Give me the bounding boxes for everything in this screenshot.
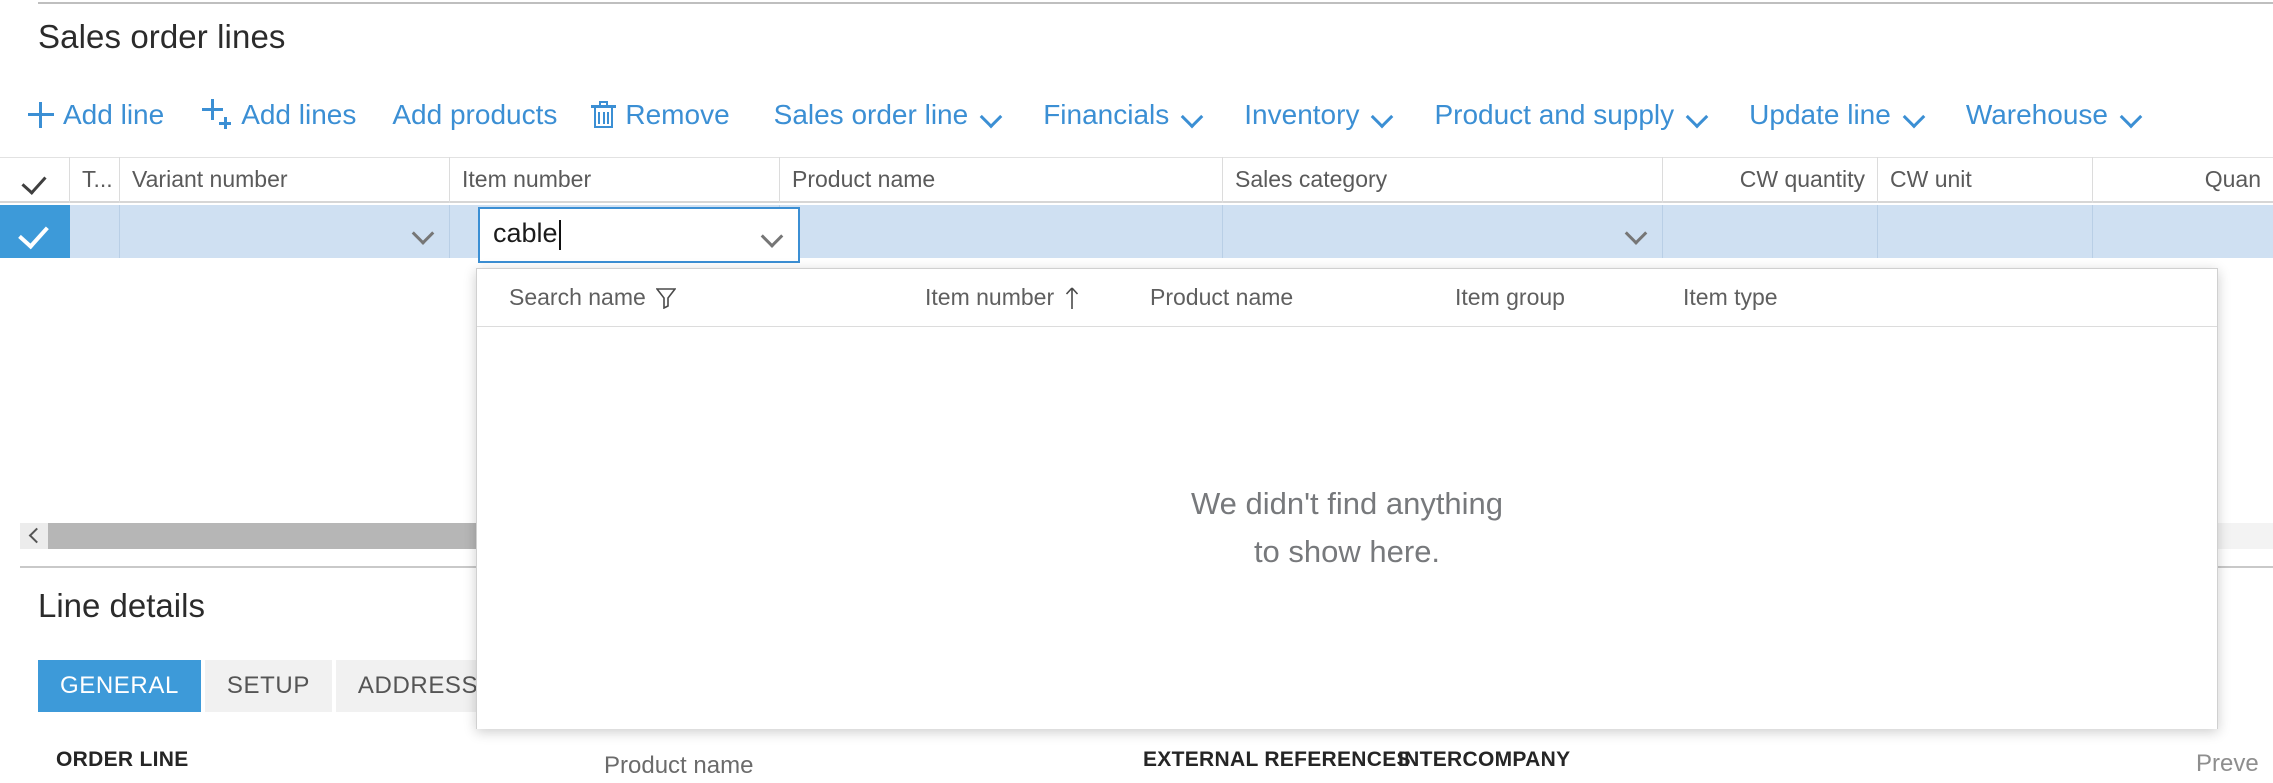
item-number-text: cable xyxy=(493,218,558,249)
inventory-menu[interactable]: Inventory xyxy=(1244,101,1394,129)
row-select-checkbox[interactable] xyxy=(0,205,70,258)
line-details-tabs: GENERAL SETUP ADDRESS xyxy=(38,660,501,712)
add-products-label: Add products xyxy=(392,99,558,130)
lookup-search-name-label: Search name xyxy=(509,284,646,310)
column-header-type[interactable]: T... xyxy=(70,156,120,203)
plus-plus-icon xyxy=(202,101,232,129)
chevron-down-icon[interactable] xyxy=(762,229,784,242)
column-header-quantity[interactable]: Quan xyxy=(2093,157,2273,203)
row-cell-product-name[interactable] xyxy=(780,205,1223,258)
lookup-column-item-number[interactable]: Item number xyxy=(917,284,1142,311)
empty-state-line-1: We didn't find anything xyxy=(1190,485,1504,521)
row-cell-sales-category[interactable] xyxy=(1223,205,1663,258)
warehouse-label: Warehouse xyxy=(1965,99,2108,130)
field-label-product-name: Product name xyxy=(604,752,754,779)
scrollbar-thumb[interactable] xyxy=(48,523,488,549)
chevron-down-icon xyxy=(1182,109,1204,122)
scroll-left-button[interactable] xyxy=(20,523,48,549)
sales-order-lines-page: Sales order lines Add line Add lines Add… xyxy=(0,0,2273,783)
column-header-cw-quantity[interactable]: CW quantity xyxy=(1663,156,1878,203)
row-cell-quantity[interactable] xyxy=(2093,205,2273,258)
remove-label: Remove xyxy=(625,99,730,130)
chevron-down-icon xyxy=(1687,109,1709,122)
item-number-input-value: cable xyxy=(480,220,561,250)
column-header-item-number[interactable]: Item number xyxy=(450,156,780,203)
update-line-menu[interactable]: Update line xyxy=(1749,101,1926,129)
product-and-supply-menu[interactable]: Product and supply xyxy=(1434,101,1709,129)
add-lines-button[interactable]: Add lines xyxy=(202,101,356,129)
lookup-header-row: Search name Item number Product name Ite… xyxy=(477,269,2217,327)
chevron-down-icon xyxy=(981,109,1003,122)
page-title: Sales order lines xyxy=(38,18,286,55)
group-header-order-line: ORDER LINE xyxy=(56,748,189,771)
lookup-column-item-group[interactable]: Item group xyxy=(1447,284,1675,311)
preview-truncated-label: Preve xyxy=(2196,750,2259,777)
group-header-external-references: EXTERNAL REFERENCES xyxy=(1143,748,1411,771)
row-cell-variant-number[interactable] xyxy=(120,205,450,258)
tab-general[interactable]: GENERAL xyxy=(38,660,201,712)
line-details-title: Line details xyxy=(38,587,205,624)
filter-funnel-icon[interactable] xyxy=(655,287,676,309)
lookup-column-product-name[interactable]: Product name xyxy=(1142,284,1447,311)
action-toolbar: Add line Add lines Add products Remove S… xyxy=(28,92,2143,138)
financials-menu[interactable]: Financials xyxy=(1043,101,1204,129)
column-header-select-all[interactable] xyxy=(0,156,70,203)
remove-button[interactable]: Remove xyxy=(591,99,730,130)
chevron-down-icon xyxy=(1904,109,1926,122)
inventory-label: Inventory xyxy=(1244,99,1360,130)
chevron-down-icon xyxy=(1372,109,1394,122)
plus-icon xyxy=(28,102,54,128)
financials-label: Financials xyxy=(1043,99,1170,130)
trash-icon xyxy=(591,101,617,129)
column-header-sales-category[interactable]: Sales category xyxy=(1223,156,1663,203)
add-lines-label: Add lines xyxy=(241,99,357,130)
top-divider xyxy=(38,2,2273,4)
tab-setup[interactable]: SETUP xyxy=(204,660,332,712)
column-header-product-name[interactable]: Product name xyxy=(780,156,1223,203)
add-line-button[interactable]: Add line xyxy=(28,101,164,129)
table-row[interactable] xyxy=(0,205,2273,258)
lookup-column-item-type[interactable]: Item type xyxy=(1675,284,1925,311)
chevron-down-icon[interactable] xyxy=(413,225,435,238)
column-header-variant-number[interactable]: Variant number xyxy=(120,156,450,203)
text-cursor xyxy=(558,220,561,250)
product-and-supply-label: Product and supply xyxy=(1434,99,1675,130)
row-cell-cw-quantity[interactable] xyxy=(1663,205,1878,258)
checkmark-icon xyxy=(23,168,47,192)
column-header-cw-unit[interactable]: CW unit xyxy=(1878,156,2093,203)
chevron-down-icon xyxy=(2121,109,2143,122)
empty-state-line-2: to show here. xyxy=(1253,534,1441,569)
row-cell-type[interactable] xyxy=(70,205,120,258)
add-line-label: Add line xyxy=(63,99,165,130)
lookup-column-search-name[interactable]: Search name xyxy=(477,284,917,311)
lookup-empty-state: We didn't find anything to show here. xyxy=(477,327,2217,729)
item-number-input-cell[interactable]: cable xyxy=(478,207,800,263)
warehouse-menu[interactable]: Warehouse xyxy=(1966,101,2143,129)
update-line-label: Update line xyxy=(1749,99,1891,130)
sales-order-line-menu[interactable]: Sales order line xyxy=(774,101,1004,129)
group-header-intercompany: INTERCOMPANY xyxy=(1398,748,1571,771)
chevron-down-icon[interactable] xyxy=(1626,225,1648,238)
grid-header-row: T... Variant number Item number Product … xyxy=(0,156,2273,203)
checkmark-icon xyxy=(20,217,50,247)
row-cell-cw-unit[interactable] xyxy=(1878,205,2093,258)
add-products-button[interactable]: Add products xyxy=(392,101,557,129)
item-number-lookup-dropdown: Search name Item number Product name Ite… xyxy=(476,268,2218,729)
sales-order-line-label: Sales order line xyxy=(773,99,969,130)
chevron-left-icon xyxy=(28,530,40,542)
lookup-item-number-label: Item number xyxy=(925,284,1055,310)
sort-ascending-icon[interactable] xyxy=(1064,286,1080,310)
